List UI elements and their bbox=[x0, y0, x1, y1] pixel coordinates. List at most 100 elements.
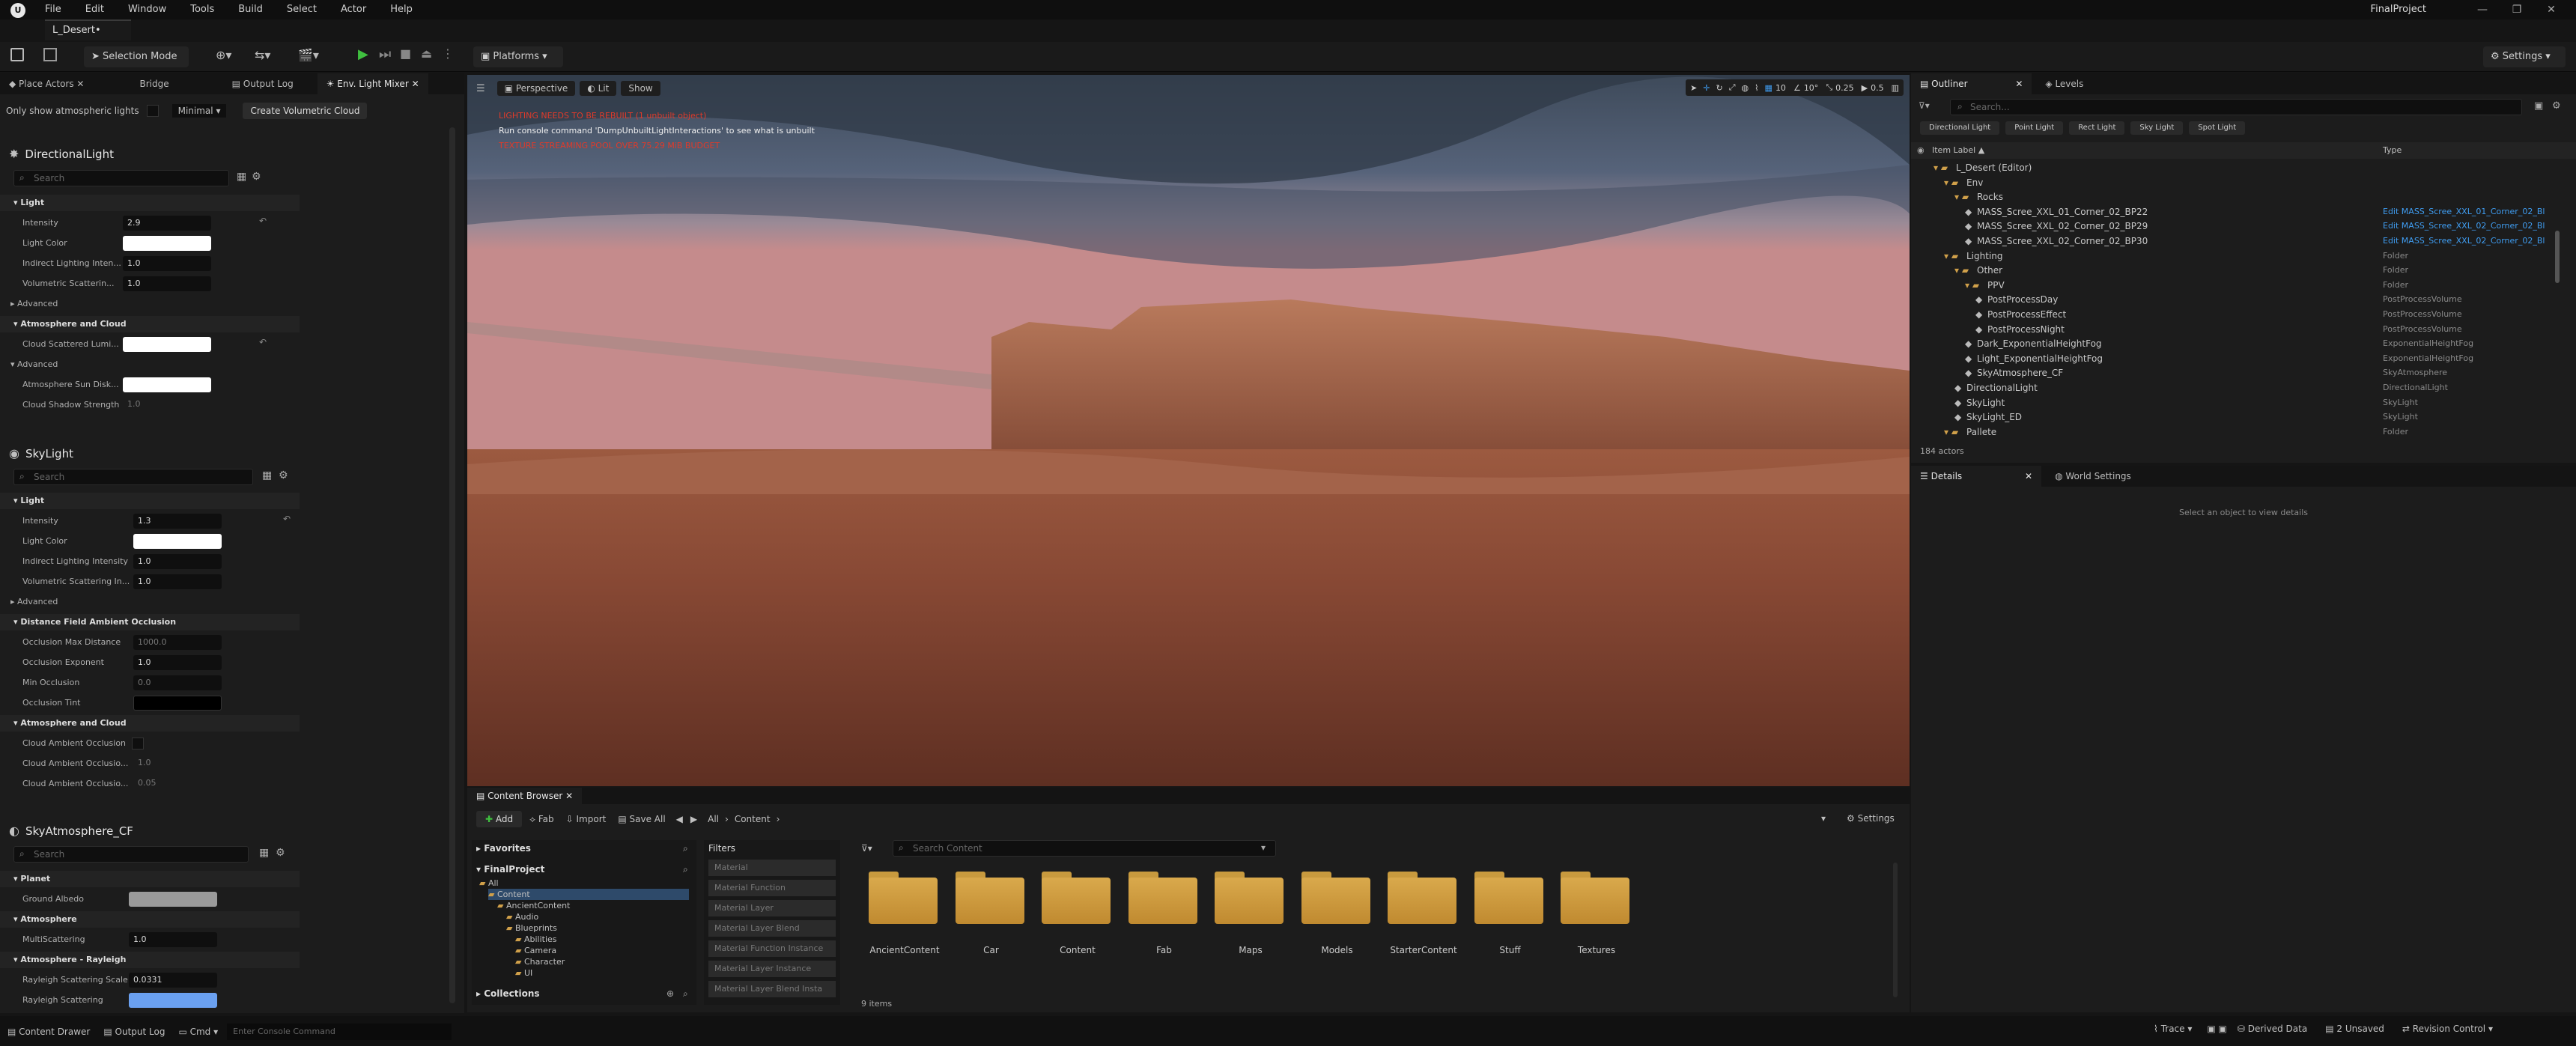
show-button[interactable]: Show bbox=[621, 81, 660, 96]
tab-content-browser[interactable]: ▤ Content Browser ✕ bbox=[467, 788, 583, 804]
menu-file[interactable]: File bbox=[45, 0, 61, 19]
outliner-scrollbar[interactable] bbox=[2555, 231, 2560, 283]
add-actor-icon[interactable]: ⊕▾ bbox=[216, 48, 231, 62]
content-drawer-button[interactable]: ▤ Content Drawer bbox=[7, 1027, 90, 1037]
step-icon[interactable]: ⏭ bbox=[379, 46, 391, 62]
asset-filter-chip[interactable]: Material Layer Blend bbox=[708, 920, 836, 937]
folder-tree-item[interactable]: ▰ AncientContent bbox=[497, 900, 689, 911]
table-icon[interactable]: ▦ bbox=[259, 847, 269, 859]
filter-sky[interactable]: Sky Light bbox=[2130, 121, 2184, 135]
close-icon[interactable]: ✕ bbox=[2025, 471, 2032, 481]
ground-albedo-swatch[interactable] bbox=[129, 892, 217, 907]
only-atmo-checkbox[interactable] bbox=[146, 105, 159, 117]
section-planet[interactable]: ▾ Planet bbox=[0, 871, 300, 887]
outliner-row[interactable]: ◆ PostProcessEffect PostProcessVolume bbox=[1911, 307, 2570, 322]
outliner-row[interactable]: ◆ PostProcessNight PostProcessVolume bbox=[1911, 322, 2570, 337]
folder-tree-item[interactable]: ▰ Content bbox=[488, 889, 689, 900]
console-input[interactable]: Enter Console Command bbox=[227, 1024, 452, 1040]
folder-label[interactable]: Fab bbox=[1121, 945, 1208, 955]
camera-speed-value[interactable]: 0.5 bbox=[1871, 83, 1884, 93]
perspective-button[interactable]: ▣ Perspective bbox=[496, 81, 576, 96]
lit-button[interactable]: ◐ Lit bbox=[580, 81, 617, 96]
volumetric-field[interactable]: 1.0 bbox=[123, 276, 211, 291]
platforms-dropdown[interactable]: ▣ Platforms ▾ bbox=[473, 46, 563, 67]
outliner-row[interactable]: ▾ ▰ PPV Folder bbox=[1911, 278, 2570, 293]
asset-filter-chip[interactable]: Material bbox=[708, 860, 836, 876]
outliner-row[interactable]: ▾ ▰ Lighting Folder bbox=[1911, 249, 2570, 264]
filter-point[interactable]: Point Light bbox=[2005, 121, 2064, 135]
section-light[interactable]: ▾ Light bbox=[0, 195, 300, 211]
tab-world-settings[interactable]: ◍ World Settings bbox=[2046, 466, 2140, 487]
breadcrumb-content[interactable]: Content bbox=[735, 814, 771, 824]
hamburger-icon[interactable]: ☰ bbox=[476, 83, 485, 94]
reset-icon[interactable]: ↶ bbox=[259, 337, 267, 347]
section-rayleigh[interactable]: ▾ Atmosphere - Rayleigh bbox=[0, 952, 300, 968]
folder-label[interactable]: Content bbox=[1034, 945, 1121, 955]
folder-label[interactable]: Car bbox=[948, 945, 1035, 955]
folder-icon[interactable] bbox=[1215, 870, 1287, 924]
folder-label[interactable]: Stuff bbox=[1467, 945, 1554, 955]
volumetric-field[interactable]: 1.0 bbox=[133, 574, 222, 589]
stop-icon[interactable]: ■ bbox=[400, 46, 411, 61]
scale-snap-icon[interactable]: ⤡ bbox=[1826, 82, 1832, 93]
rotation-snap-icon[interactable]: ∠ bbox=[1793, 83, 1801, 93]
left-scrollbar[interactable] bbox=[449, 127, 455, 1003]
cloud-scattered-swatch[interactable] bbox=[123, 337, 211, 352]
grid-snap-icon[interactable]: ▦ bbox=[1765, 83, 1772, 93]
tab-levels[interactable]: ◈ Levels bbox=[2036, 73, 2092, 94]
tab-bridge[interactable]: Bridge bbox=[130, 73, 177, 94]
unsaved-button[interactable]: ▤ 2 Unsaved bbox=[2325, 1024, 2384, 1034]
revision-control-button[interactable]: ⇄ Revision Control ▾ bbox=[2402, 1024, 2493, 1034]
indirect-field[interactable]: 1.0 bbox=[123, 256, 211, 271]
tab-output-log[interactable]: ▤ Output Log bbox=[223, 73, 303, 94]
favorites-section[interactable]: ▸ Favorites bbox=[476, 843, 531, 854]
gear-icon[interactable]: ⚙ bbox=[252, 171, 261, 183]
outliner-row[interactable]: ◆ SkyAtmosphere_CF SkyAtmosphere bbox=[1911, 365, 2570, 380]
indirect-field[interactable]: 1.0 bbox=[133, 554, 222, 569]
folder-icon[interactable] bbox=[1474, 870, 1546, 924]
outliner-row[interactable]: ▾ ▰ Rocks bbox=[1911, 189, 2570, 204]
folder-tree-item[interactable]: ▰ Character bbox=[515, 956, 689, 967]
derived-data-button[interactable]: ⛁ Derived Data bbox=[2238, 1024, 2307, 1034]
cloud-ao-checkbox[interactable] bbox=[132, 738, 144, 749]
gear-icon[interactable]: ⚙ bbox=[2552, 100, 2561, 112]
mode-dropdown[interactable]: Minimal ▾ bbox=[171, 104, 227, 118]
skyatmo-search[interactable]: Search bbox=[13, 846, 249, 863]
table-icon[interactable]: ▦ bbox=[237, 171, 246, 183]
close-icon[interactable]: ✕ bbox=[2534, 0, 2569, 19]
outliner-row-edit-link[interactable]: Edit MASS_Scree_XXL_02_Corner_02_Bl bbox=[2383, 234, 2545, 249]
scale-value[interactable]: 0.25 bbox=[1835, 83, 1854, 93]
maximize-icon[interactable]: ❐ bbox=[2500, 0, 2534, 19]
world-icon[interactable]: ◍ bbox=[1742, 83, 1749, 93]
folder-icon[interactable] bbox=[1042, 870, 1114, 924]
multiscattering-field[interactable]: 1.0 bbox=[129, 932, 217, 947]
trace-button[interactable]: ⌇ Trace ▾ bbox=[2154, 1024, 2192, 1034]
scale-icon[interactable]: ⤢ bbox=[1729, 82, 1736, 93]
camera-speed-icon[interactable]: ▶ bbox=[1862, 83, 1868, 93]
level-viewport[interactable]: ☰ ▣ Perspective ◐ Lit Show LIGHTING NEED… bbox=[467, 75, 1910, 786]
folder-tree-item[interactable]: ▰ UI bbox=[515, 967, 689, 979]
outliner-row[interactable]: ◆ Light_ExponentialHeightFog ExponentialHe… bbox=[1911, 351, 2570, 366]
search-icon[interactable]: ⌕ bbox=[683, 843, 688, 854]
ray-scatter-swatch[interactable] bbox=[129, 993, 217, 1008]
rotation-value[interactable]: 10° bbox=[1804, 83, 1819, 93]
history-dropdown-icon[interactable]: ▾ bbox=[1821, 813, 1826, 824]
grid-value[interactable]: 10 bbox=[1775, 83, 1786, 93]
surface-snap-icon[interactable]: ⌇ bbox=[1755, 83, 1758, 93]
asset-filter-icon[interactable]: ⊽▾ bbox=[861, 843, 872, 854]
light-color-swatch[interactable] bbox=[133, 534, 222, 549]
outliner-row-edit-link[interactable]: Edit MASS_Scree_XXL_01_Corner_02_Bl bbox=[2383, 204, 2545, 219]
save-icon[interactable] bbox=[10, 48, 24, 61]
menu-edit[interactable]: Edit bbox=[85, 0, 104, 19]
folder-icon[interactable] bbox=[955, 870, 1027, 924]
eye-icon[interactable]: ◉ bbox=[1917, 142, 1925, 159]
status-icons[interactable]: ▣ ▣ bbox=[2207, 1024, 2227, 1034]
filter-rect[interactable]: Rect Light bbox=[2069, 121, 2125, 135]
filter-icon[interactable]: ⊽▾ bbox=[1919, 100, 1930, 111]
gear-icon[interactable]: ⚙ bbox=[276, 847, 285, 859]
col-type[interactable]: Type bbox=[2383, 142, 2402, 159]
outliner-row[interactable]: ◆ MASS_Scree_XXL_02_Corner_02_BP29 Edit MA… bbox=[1911, 219, 2570, 234]
folder-tree-item[interactable]: ▰ Camera bbox=[515, 945, 689, 956]
menu-select[interactable]: Select bbox=[287, 0, 317, 19]
asset-filter-chip[interactable]: Material Layer bbox=[708, 900, 836, 916]
